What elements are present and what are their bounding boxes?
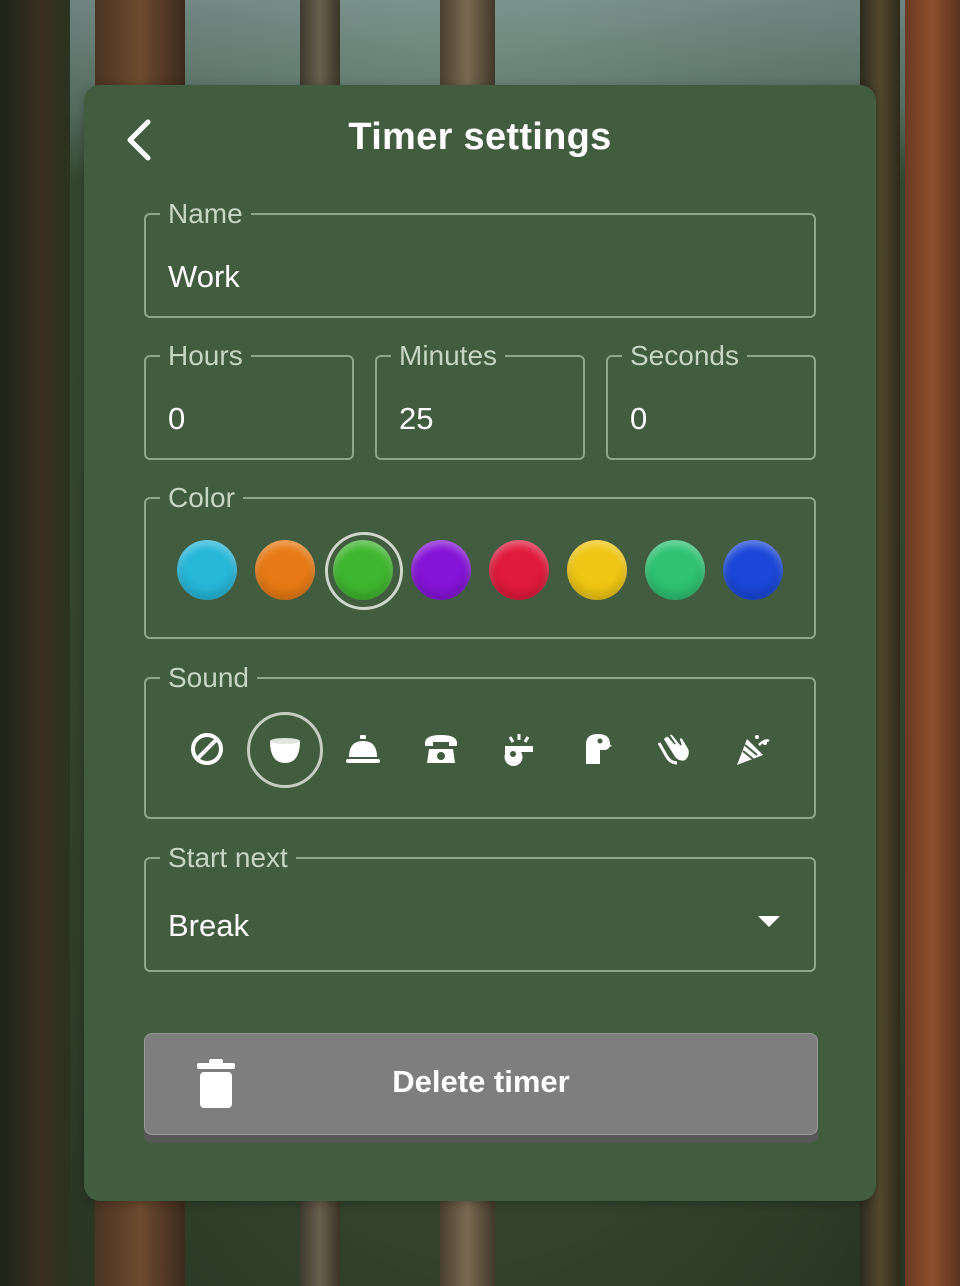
sound-option-telephone[interactable] (405, 713, 477, 785)
name-label: Name (168, 198, 243, 229)
seconds-field[interactable]: Seconds 0 (606, 342, 816, 460)
sound-label: Sound (168, 662, 249, 693)
hours-field[interactable]: Hours 0 (144, 342, 354, 460)
color-swatch[interactable] (411, 540, 471, 600)
sound-option-party[interactable] (717, 713, 789, 785)
singing-bowl-icon (270, 738, 300, 763)
party-popper-icon (737, 735, 770, 765)
color-swatch[interactable] (489, 540, 549, 600)
page-title: Timer settings (348, 116, 612, 158)
sound-option-parrot[interactable] (561, 713, 633, 785)
parrot-icon (586, 734, 612, 764)
color-picker: Color (144, 484, 816, 639)
telephone-icon (425, 735, 457, 763)
color-swatch[interactable] (255, 540, 315, 600)
minutes-label: Minutes (399, 340, 498, 371)
name-input[interactable]: Work (168, 259, 240, 295)
color-swatch[interactable] (645, 540, 705, 600)
delete-timer-label: Delete timer (392, 1064, 570, 1099)
start-next-value: Break (168, 908, 249, 943)
color-swatch[interactable] (325, 532, 403, 610)
hours-input[interactable]: 0 (168, 401, 185, 437)
name-field[interactable]: Name Work (144, 200, 816, 318)
service-bell-icon (346, 735, 380, 763)
start-next-select[interactable]: Start next Break (144, 844, 816, 972)
no-sound-icon (191, 733, 223, 765)
sound-option-whistle[interactable] (483, 713, 555, 785)
chevron-down-icon (758, 916, 780, 927)
seconds-label: Seconds (630, 340, 739, 371)
color-swatch[interactable] (723, 540, 783, 600)
sound-option-bell[interactable] (327, 713, 399, 785)
minutes-field[interactable]: Minutes 25 (375, 342, 585, 460)
sound-option-none[interactable] (171, 713, 243, 785)
clapping-hands-icon (657, 733, 691, 765)
start-next-label: Start next (168, 842, 288, 873)
sound-option-bowl[interactable] (247, 712, 323, 788)
whistle-icon (504, 734, 533, 766)
color-swatch[interactable] (567, 540, 627, 600)
hours-label: Hours (168, 340, 243, 371)
sound-picker: Sound (144, 664, 816, 819)
color-label: Color (168, 482, 235, 513)
minutes-input[interactable]: 25 (399, 401, 433, 437)
delete-timer-button[interactable]: Delete timer (144, 1033, 818, 1135)
seconds-input[interactable]: 0 (630, 401, 647, 437)
color-swatch[interactable] (177, 540, 237, 600)
sound-option-clapping[interactable] (639, 713, 711, 785)
